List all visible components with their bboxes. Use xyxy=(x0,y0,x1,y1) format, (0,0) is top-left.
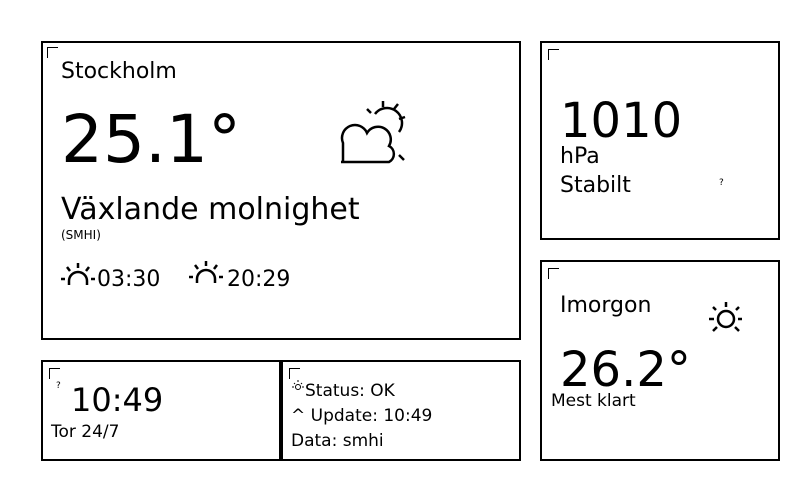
tomorrow-condition: Mest klart xyxy=(551,391,636,411)
status-panel: Status: OK ^ Update: 10:49 Data: smhi xyxy=(281,360,521,461)
pressure-trend: Stabilt xyxy=(560,173,631,198)
sun-icon xyxy=(709,302,742,332)
update-time: ^ Update: 10:49 xyxy=(291,406,433,426)
clock-time: 10:49 xyxy=(71,381,164,419)
sunrise-icon xyxy=(61,263,95,285)
current-temperature: 25.1° xyxy=(61,101,241,178)
tomorrow-panel: Imorgon 26.2° Mest klart xyxy=(540,260,780,461)
panel-corner-mark xyxy=(548,268,559,279)
current-weather-panel: Stockholm 25.1° Växlande molnighet (SMHI… xyxy=(41,41,521,340)
tomorrow-label: Imorgon xyxy=(560,293,652,318)
pressure-panel: 1010 hPa Stabilt ? xyxy=(540,41,780,240)
sunset-icon xyxy=(189,261,223,283)
sunrise-time: 03:30 xyxy=(97,267,161,292)
weather-condition: Växlande molnighet xyxy=(61,192,360,227)
clock-marker: ? xyxy=(56,381,61,391)
sunset-time: 20:29 xyxy=(227,267,291,292)
partly-cloudy-icon xyxy=(340,101,406,164)
panel-corner-mark xyxy=(47,47,58,58)
data-source: Data: smhi xyxy=(291,431,384,451)
tomorrow-temperature: 26.2° xyxy=(560,342,691,398)
clock-date: Tor 24/7 xyxy=(51,422,120,442)
panel-corner-mark xyxy=(548,49,559,60)
clock-panel: ? 10:49 Tor 24/7 xyxy=(41,360,281,461)
pressure-value: 1010 xyxy=(560,93,683,149)
status-text: Status: OK xyxy=(305,381,395,401)
city-name: Stockholm xyxy=(61,59,177,84)
sun-icon xyxy=(292,380,304,390)
pressure-trend-marker: ? xyxy=(719,178,724,188)
panel-corner-mark xyxy=(49,368,60,379)
panel-corner-mark xyxy=(289,368,300,379)
data-source-label: (SMHI) xyxy=(61,228,101,242)
pressure-unit: hPa xyxy=(560,144,600,169)
